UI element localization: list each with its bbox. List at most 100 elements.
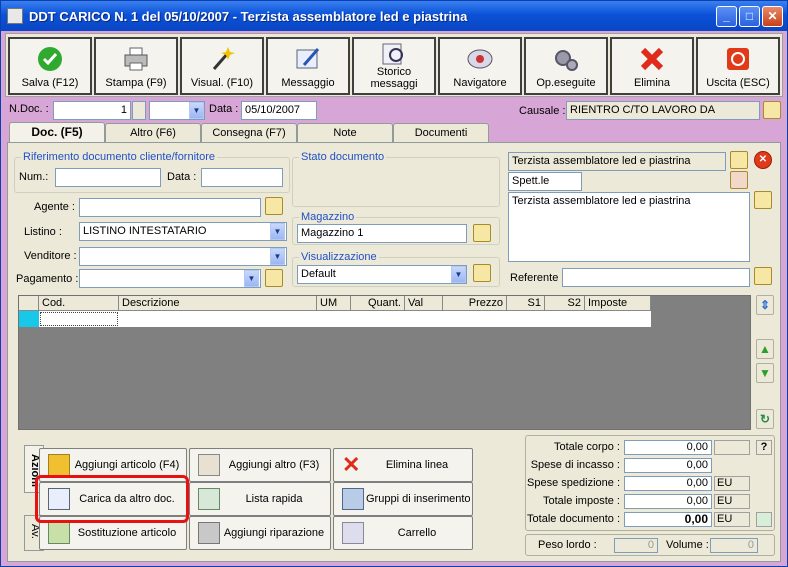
magazzino-title: Magazzino [299, 211, 357, 223]
exit-button[interactable]: Uscita (ESC) [696, 37, 780, 95]
pagamento-select[interactable] [79, 269, 261, 288]
visualizzazione-group: Visualizzazione Default ▼ [292, 251, 500, 287]
chevron-down-icon[interactable]: ▼ [189, 102, 204, 119]
magazzino-group: Magazzino Magazzino 1 [292, 211, 500, 245]
causale-field[interactable]: RIENTRO C/TO LAVORO DA [566, 101, 760, 120]
stato-group: Stato documento [292, 151, 500, 207]
totale-imposte-unit: EU [714, 494, 750, 509]
remove-icon[interactable]: ✕ [754, 151, 772, 169]
pen-message-icon [296, 48, 320, 69]
totals-group: Totale corpo : 0,00? Spese di incasso : 0,… [525, 435, 775, 531]
tab-note[interactable]: Note [297, 123, 393, 143]
replace-article-label: Sostituzione articolo [77, 527, 177, 539]
totale-imposte-label: Totale imposte : [542, 495, 620, 507]
tab-consegna[interactable]: Consegna (F7) [201, 123, 297, 143]
folder-icon[interactable] [265, 197, 283, 215]
add-repair-button[interactable]: Aggiungi riparazione [189, 516, 331, 550]
folder-icon[interactable] [473, 264, 491, 282]
visualizzazione-select[interactable]: Default [297, 265, 467, 284]
folder-icon[interactable] [763, 101, 781, 119]
col-val[interactable]: Val [405, 296, 443, 311]
pagamento-label: Pagamento : [16, 273, 79, 285]
tab-doc[interactable]: Doc. (F5) [9, 122, 105, 144]
stato-title: Stato documento [299, 151, 387, 163]
col-cod[interactable]: Cod. [39, 296, 119, 311]
date-field[interactable]: 05/10/2007 [241, 101, 317, 120]
weight-group: Peso lordo : 0 Volume : 0 [525, 534, 775, 556]
spese-spedizione-value[interactable]: 0,00 [624, 476, 712, 491]
operations-done-button[interactable]: Op.eseguite [524, 37, 608, 95]
col-prezzo[interactable]: Prezzo [443, 296, 507, 311]
maximize-button[interactable]: □ [739, 6, 760, 27]
col-quant[interactable]: Quant. [351, 296, 405, 311]
navigator-button[interactable]: Navigatore [438, 37, 522, 95]
gears-icon [555, 50, 578, 71]
riferimento-title: Riferimento documento cliente/fornitore [21, 151, 217, 163]
exit-icon [727, 48, 749, 70]
col-s2[interactable]: S2 [545, 296, 585, 311]
document-header: N.Doc. : 1 ▼ Data : 05/10/2007 Causale :… [5, 99, 783, 121]
folder-icon[interactable] [265, 269, 283, 287]
delete-line-button[interactable]: ✕ Elimina linea [333, 448, 473, 482]
add-other-button[interactable]: Aggiungi altro (F3) [189, 448, 331, 482]
add-other-label: Aggiungi altro (F3) [228, 459, 320, 471]
cart-button[interactable]: Carrello [333, 516, 473, 550]
col-imposte[interactable]: Imposte [585, 296, 651, 311]
ndoc-suffix-field[interactable] [132, 101, 146, 120]
chevron-down-icon[interactable]: ▼ [270, 223, 285, 240]
move-up-icon[interactable]: ▲ [756, 339, 774, 359]
riferimento-group: Riferimento documento cliente/fornitore … [14, 151, 290, 193]
agente-field[interactable] [79, 198, 261, 217]
app-icon [7, 8, 23, 24]
referente-field[interactable] [562, 268, 750, 287]
printer-icon [124, 47, 148, 71]
chevron-down-icon[interactable]: ▼ [244, 270, 259, 287]
magazzino-field[interactable]: Magazzino 1 [297, 224, 467, 243]
cliente-name-field[interactable]: Terzista assemblatore led e piastrina [508, 152, 726, 171]
totale-corpo-unit [714, 440, 750, 455]
zoom-icon[interactable] [756, 512, 772, 527]
salutation-field[interactable]: Spett.le [508, 172, 582, 191]
chevron-down-icon[interactable]: ▼ [270, 248, 285, 265]
delete-button[interactable]: Elimina [610, 37, 694, 95]
refresh-icon[interactable]: ↻ [756, 409, 774, 429]
volume-value: 0 [710, 538, 758, 553]
table-row[interactable] [19, 311, 651, 327]
ref-date-field[interactable] [201, 168, 283, 187]
print-button[interactable]: Stampa (F9) [94, 37, 178, 95]
totale-corpo-label: Totale corpo : [553, 441, 620, 453]
message-history-button[interactable]: Storico messaggi [352, 37, 436, 95]
col-descrizione[interactable]: Descrizione [119, 296, 317, 311]
listino-select[interactable]: LISTINO INTESTATARIO [79, 222, 287, 241]
save-button[interactable]: Salva (F12) [8, 37, 92, 95]
col-s1[interactable]: S1 [507, 296, 545, 311]
message-button[interactable]: Messaggio [266, 37, 350, 95]
num-field[interactable] [55, 168, 161, 187]
col-um[interactable]: UM [317, 296, 351, 311]
move-top-icon[interactable]: ⇕ [756, 295, 774, 315]
venditore-select[interactable] [79, 247, 287, 266]
folder-icon[interactable] [754, 191, 772, 209]
address-field[interactable]: Terzista assemblatore led e piastrina [508, 192, 750, 262]
cart-label: Carrello [397, 527, 437, 539]
move-down-icon[interactable]: ▼ [756, 363, 774, 383]
folder-icon[interactable] [730, 151, 748, 169]
active-cell[interactable] [40, 312, 118, 326]
tab-altro[interactable]: Altro (F6) [105, 123, 201, 143]
ndoc-field[interactable]: 1 [53, 101, 131, 120]
spese-spedizione-label: Spese spedizione : [527, 477, 620, 489]
folder-icon[interactable] [473, 224, 491, 242]
visual-button[interactable]: Visual. (F10) [180, 37, 264, 95]
help-button[interactable]: ? [756, 440, 772, 455]
chevron-down-icon[interactable]: ▼ [451, 266, 466, 283]
group-insert-button[interactable]: Gruppi di inserimento [333, 482, 473, 516]
agente-label: Agente : [34, 201, 75, 213]
peso-value: 0 [614, 538, 658, 553]
folder-icon[interactable] [754, 267, 772, 285]
minimize-button[interactable]: _ [716, 6, 737, 27]
quick-list-button[interactable]: Lista rapida [189, 482, 331, 516]
close-button[interactable]: ✕ [762, 6, 783, 27]
tab-documenti[interactable]: Documenti [393, 123, 489, 143]
quick-list-icon [198, 488, 220, 510]
person-icon[interactable] [730, 171, 748, 189]
